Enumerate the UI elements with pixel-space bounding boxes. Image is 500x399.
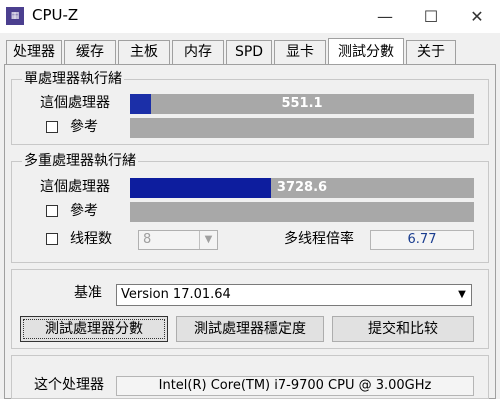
- threads-checkbox[interactable]: [46, 233, 58, 245]
- this-processor-value: Intel(R) Core(TM) i7-9700 CPU @ 3.00GHz: [116, 376, 474, 396]
- multi-thread-group: 多重處理器執行緒 這個處理器 3728.6 參考 线程数 8 ▼ 多线程倍率 6…: [11, 153, 489, 263]
- minimize-button[interactable]: —: [362, 0, 408, 33]
- single-ref-checkbox[interactable]: [46, 121, 58, 133]
- tab-bar: 处理器 缓存 主板 内存 SPD 显卡 测試分數 关于: [6, 38, 496, 65]
- chevron-down-icon: ▼: [458, 289, 466, 300]
- bench-version-value: Version 17.01.64: [121, 287, 231, 302]
- multi-this-value: 3728.6: [276, 180, 328, 195]
- bench-label: 基准: [74, 285, 102, 301]
- single-this-label: 這個處理器: [40, 95, 110, 111]
- tab-spd[interactable]: SPD: [226, 40, 272, 64]
- single-this-value: 551.1: [281, 96, 323, 111]
- single-ref-bar[interactable]: [130, 118, 474, 138]
- single-this-bar: 551.1: [130, 94, 474, 114]
- this-processor-group: 这个处理器 Intel(R) Core(TM) i7-9700 CPU @ 3.…: [11, 355, 489, 399]
- tab-memory[interactable]: 内存: [172, 40, 224, 64]
- bench-panel: 單處理器執行緒 這個處理器 551.1 參考 多重處理器執行緒 這個處理器 37…: [4, 64, 496, 399]
- tab-about[interactable]: 关于: [406, 40, 456, 64]
- single-thread-title: 單處理器執行緒: [22, 71, 124, 87]
- tab-bench[interactable]: 测試分數: [328, 38, 404, 65]
- multi-ref-bar[interactable]: [130, 202, 474, 222]
- bench-cpu-button[interactable]: 測試處理器分數: [20, 316, 168, 342]
- close-button[interactable]: ✕: [454, 0, 500, 33]
- single-thread-group: 單處理器執行緒 這個處理器 551.1 參考: [11, 71, 489, 145]
- tab-processor[interactable]: 处理器: [6, 40, 62, 64]
- bench-version-select[interactable]: Version 17.01.64 ▼: [116, 284, 472, 306]
- threads-select[interactable]: 8 ▼: [138, 230, 218, 250]
- ratio-label: 多线程倍率: [284, 231, 354, 247]
- multi-ref-checkbox[interactable]: [46, 205, 58, 217]
- threads-value: 8: [143, 232, 152, 247]
- bench-controls-group: 基准 Version 17.01.64 ▼ 測試處理器分數 測試處理器穩定度 提…: [11, 269, 489, 349]
- window-title: CPU-Z: [32, 6, 79, 24]
- multi-thread-title: 多重處理器執行緒: [22, 153, 138, 169]
- this-processor-label: 这个处理器: [34, 377, 104, 393]
- submit-compare-button[interactable]: 提交和比较: [332, 316, 474, 342]
- threads-label: 线程数: [70, 231, 112, 247]
- single-ref-label: 參考: [70, 119, 98, 135]
- multi-this-label: 這個處理器: [40, 179, 110, 195]
- maximize-button[interactable]: ☐: [408, 0, 454, 33]
- tab-graphics[interactable]: 显卡: [274, 40, 326, 64]
- stress-cpu-button[interactable]: 測試處理器穩定度: [176, 316, 324, 342]
- multi-this-bar: 3728.6: [130, 178, 474, 198]
- tab-mainboard[interactable]: 主板: [118, 40, 170, 64]
- chevron-down-icon: ▼: [199, 231, 217, 249]
- title-bar: ▦ CPU-Z — ☐ ✕: [0, 0, 500, 33]
- ratio-value: 6.77: [370, 230, 474, 250]
- tab-cache[interactable]: 缓存: [64, 40, 116, 64]
- cpu-z-icon: ▦: [6, 7, 24, 25]
- multi-ref-label: 參考: [70, 203, 98, 219]
